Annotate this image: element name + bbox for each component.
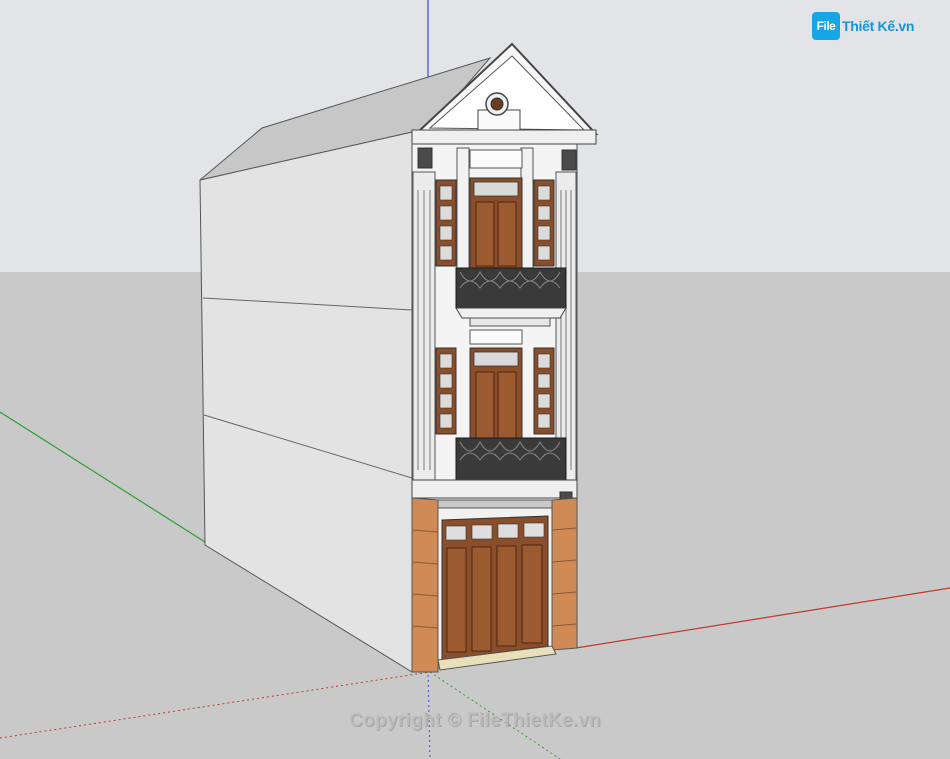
ground-floor xyxy=(411,497,578,673)
logo-brand: Thiết Kế.vn xyxy=(842,18,914,34)
logo-badge-text: File xyxy=(816,19,836,33)
filethietke-logo: File Thiết Kế.vn xyxy=(812,12,914,40)
ground-floor-cornice xyxy=(411,479,578,499)
logo-brand-text: Thiết Kế xyxy=(842,18,895,34)
building-facade xyxy=(411,42,599,523)
balcony-upper xyxy=(455,267,567,327)
logo-badge: File xyxy=(812,12,840,40)
logo-brand-suffix: .vn xyxy=(894,18,915,34)
copyright-watermark: Copyright © FileThietKe.vn xyxy=(349,710,601,731)
sketchup-viewport[interactable] xyxy=(0,0,950,759)
